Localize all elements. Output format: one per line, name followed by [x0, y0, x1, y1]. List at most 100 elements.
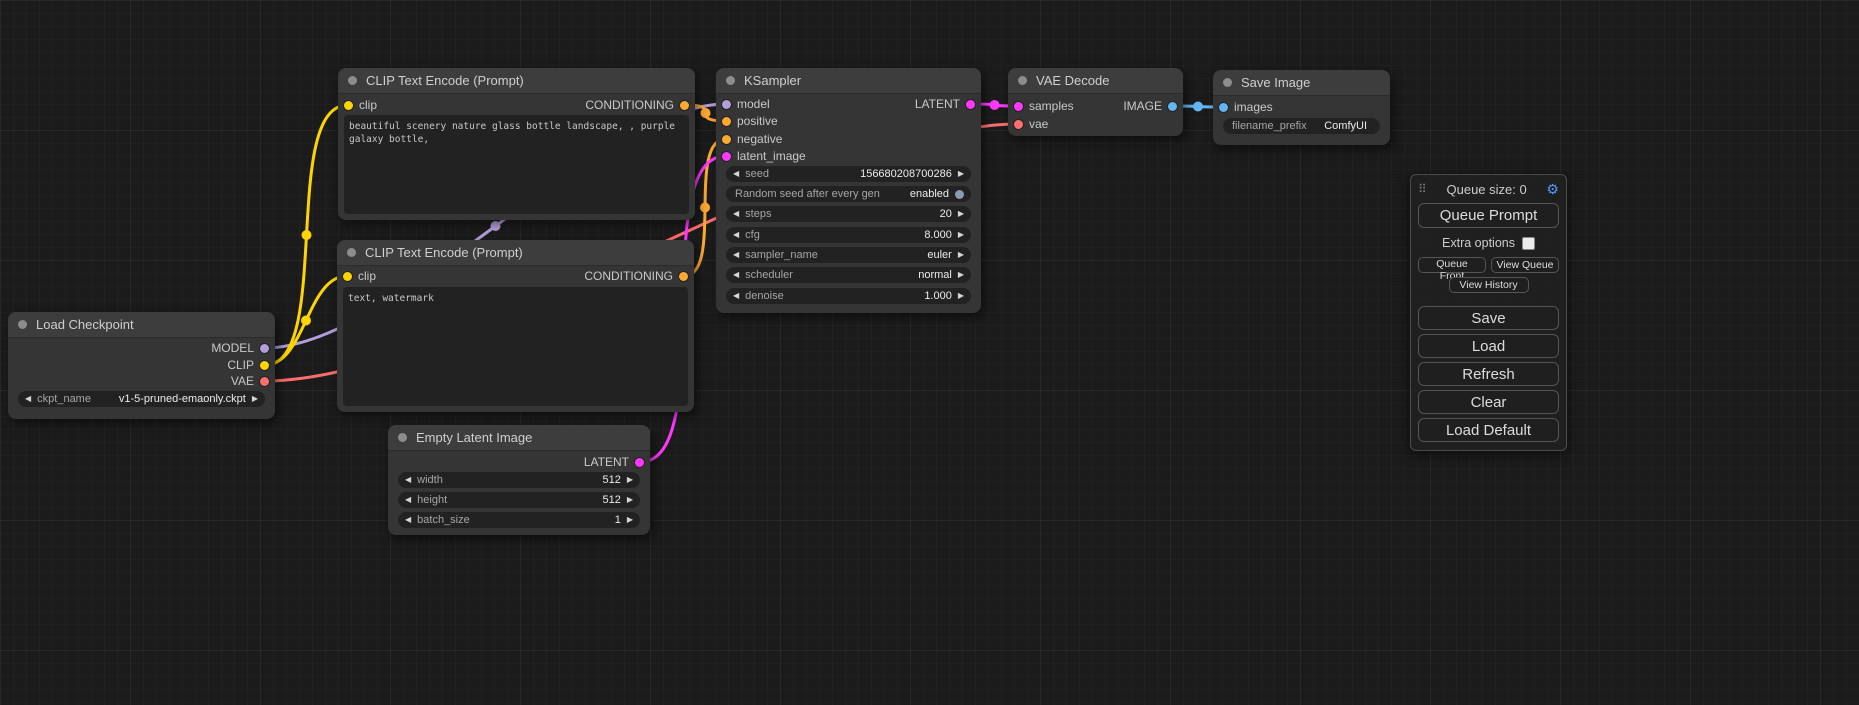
decrement-arrow-icon[interactable]: ◀ [733, 247, 739, 263]
queue-prompt-button[interactable]: Queue Prompt [1418, 203, 1559, 228]
node-clip-text-encode-positive[interactable]: CLIP Text Encode (Prompt) clip CONDITION… [338, 68, 695, 220]
decrement-arrow-icon[interactable]: ◀ [405, 472, 411, 488]
image-output-dot[interactable] [1168, 102, 1177, 111]
slot-label: images [1234, 100, 1273, 114]
conditioning-output-dot[interactable] [679, 272, 688, 281]
cfg-widget[interactable]: ◀ cfg 8.000 ▶ [726, 227, 971, 243]
increment-arrow-icon[interactable]: ▶ [627, 472, 633, 488]
steps-widget[interactable]: ◀ steps 20 ▶ [726, 206, 971, 222]
save-button[interactable]: Save [1418, 306, 1559, 330]
positive-input-dot[interactable] [722, 117, 731, 126]
random-seed-toggle-widget[interactable]: Random seed after every gen enabled [726, 186, 971, 202]
width-widget[interactable]: ◀ width 512 ▶ [398, 472, 640, 488]
node-title-bar[interactable]: Empty Latent Image [388, 425, 650, 451]
decrement-arrow-icon[interactable]: ◀ [733, 227, 739, 243]
increment-arrow-icon[interactable]: ▶ [958, 288, 964, 304]
view-queue-button[interactable]: View Queue [1491, 257, 1559, 273]
clear-button[interactable]: Clear [1418, 390, 1559, 414]
denoise-widget[interactable]: ◀ denoise 1.000 ▶ [726, 288, 971, 304]
increment-arrow-icon[interactable]: ▶ [958, 247, 964, 263]
output-slot-conditioning: CONDITIONING [584, 268, 694, 284]
decrement-arrow-icon[interactable]: ◀ [733, 288, 739, 304]
widget-label: Random seed after every gen [735, 188, 880, 200]
input-slot-model: model [716, 96, 770, 112]
decrement-arrow-icon[interactable]: ◀ [733, 267, 739, 283]
node-title: CLIP Text Encode (Prompt) [366, 73, 524, 88]
node-ksampler[interactable]: KSampler model positive negative latent_… [716, 68, 981, 313]
toggle-enabled-dot-icon[interactable] [955, 190, 964, 199]
decrement-arrow-icon[interactable]: ◀ [405, 512, 411, 528]
ckpt-name-widget[interactable]: ◀ ckpt_name v1-5-pruned-emaonly.ckpt ▶ [18, 391, 265, 407]
node-save-image[interactable]: Save Image images filename_prefix ComfyU… [1213, 70, 1390, 145]
increment-arrow-icon[interactable]: ▶ [627, 492, 633, 508]
increment-arrow-icon[interactable]: ▶ [958, 166, 964, 182]
samples-input-dot[interactable] [1014, 102, 1023, 111]
batch-size-widget[interactable]: ◀ batch_size 1 ▶ [398, 512, 640, 528]
model-output-dot[interactable] [260, 344, 269, 353]
negative-prompt-textarea[interactable]: text, watermark [343, 287, 688, 406]
increment-arrow-icon[interactable]: ▶ [958, 206, 964, 222]
input-slot-positive: positive [716, 113, 778, 129]
latent-output-dot[interactable] [635, 458, 644, 467]
images-input-dot[interactable] [1219, 103, 1228, 112]
extra-options-checkbox[interactable] [1522, 237, 1535, 250]
widget-value: 20 [940, 208, 952, 220]
decrement-arrow-icon[interactable]: ◀ [405, 492, 411, 508]
collapse-dot-icon[interactable] [18, 320, 27, 329]
node-title-bar[interactable]: CLIP Text Encode (Prompt) [337, 240, 694, 266]
node-empty-latent-image[interactable]: Empty Latent Image LATENT ◀ width 512 ▶ … [388, 425, 650, 535]
node-title-bar[interactable]: VAE Decode [1008, 68, 1183, 94]
vae-output-dot[interactable] [260, 377, 269, 386]
collapse-dot-icon[interactable] [1018, 76, 1027, 85]
decrement-arrow-icon[interactable]: ◀ [733, 166, 739, 182]
load-button[interactable]: Load [1418, 334, 1559, 358]
vae-input-dot[interactable] [1014, 120, 1023, 129]
clip-input-dot[interactable] [344, 101, 353, 110]
node-title-bar[interactable]: CLIP Text Encode (Prompt) [338, 68, 695, 94]
clip-input-dot[interactable] [343, 272, 352, 281]
node-title-bar[interactable]: Load Checkpoint [8, 312, 275, 338]
node-title-bar[interactable]: KSampler [716, 68, 981, 94]
seed-widget[interactable]: ◀ seed 156680208700286 ▶ [726, 166, 971, 182]
decrement-arrow-icon[interactable]: ◀ [25, 391, 31, 407]
link-midpoint-dot-positive [701, 108, 711, 118]
node-title-bar[interactable]: Save Image [1213, 70, 1390, 96]
widget-label: cfg [745, 229, 760, 241]
node-load-checkpoint[interactable]: Load Checkpoint MODEL CLIP VAE ◀ ckpt_na… [8, 312, 275, 419]
view-history-button[interactable]: View History [1449, 277, 1529, 293]
node-clip-text-encode-negative[interactable]: CLIP Text Encode (Prompt) clip CONDITION… [337, 240, 694, 412]
clip-output-dot[interactable] [260, 361, 269, 370]
settings-gear-icon[interactable]: ⚙ [1546, 182, 1559, 196]
decrement-arrow-icon[interactable]: ◀ [733, 206, 739, 222]
increment-arrow-icon[interactable]: ▶ [958, 267, 964, 283]
widget-label: height [417, 494, 447, 506]
increment-arrow-icon[interactable]: ▶ [627, 512, 633, 528]
scheduler-widget[interactable]: ◀ scheduler normal ▶ [726, 267, 971, 283]
collapse-dot-icon[interactable] [347, 248, 356, 257]
height-widget[interactable]: ◀ height 512 ▶ [398, 492, 640, 508]
refresh-button[interactable]: Refresh [1418, 362, 1559, 386]
widget-value: normal [918, 269, 952, 281]
collapse-dot-icon[interactable] [726, 76, 735, 85]
collapse-dot-icon[interactable] [1223, 78, 1232, 87]
drag-handle-icon[interactable]: ⠿ [1418, 182, 1427, 196]
negative-input-dot[interactable] [722, 135, 731, 144]
output-slot-latent: LATENT [584, 454, 650, 470]
latent-image-input-dot[interactable] [722, 152, 731, 161]
conditioning-output-dot[interactable] [680, 101, 689, 110]
load-default-button[interactable]: Load Default [1418, 418, 1559, 442]
link-midpoint-dot-samples [990, 100, 1000, 110]
collapse-dot-icon[interactable] [398, 433, 407, 442]
node-vae-decode[interactable]: VAE Decode samples vae IMAGE [1008, 68, 1183, 136]
queue-front-button[interactable]: Queue Front [1418, 257, 1486, 273]
collapse-dot-icon[interactable] [348, 76, 357, 85]
model-input-dot[interactable] [722, 100, 731, 109]
latent-output-dot[interactable] [966, 100, 975, 109]
increment-arrow-icon[interactable]: ▶ [958, 227, 964, 243]
filename-prefix-widget[interactable]: filename_prefix ComfyUI [1223, 118, 1380, 134]
increment-arrow-icon[interactable]: ▶ [252, 391, 258, 407]
node-graph-canvas[interactable]: Load Checkpoint MODEL CLIP VAE ◀ ckpt_na… [0, 0, 1859, 705]
sampler-name-widget[interactable]: ◀ sampler_name euler ▶ [726, 247, 971, 263]
positive-prompt-textarea[interactable]: beautiful scenery nature glass bottle la… [344, 115, 689, 214]
output-slot-latent: LATENT [915, 96, 981, 112]
